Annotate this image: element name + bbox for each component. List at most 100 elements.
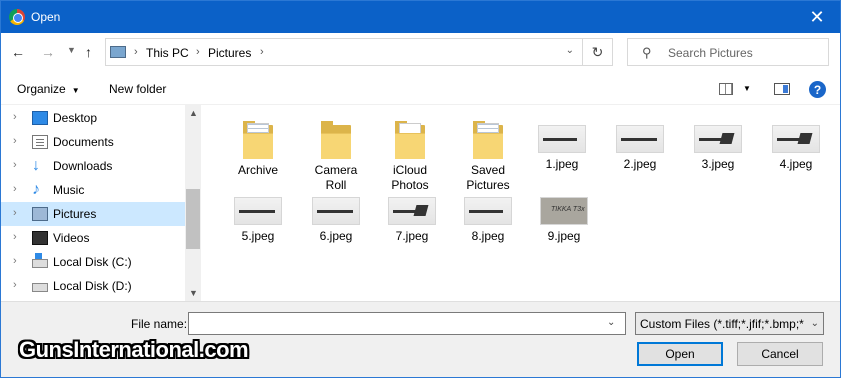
sidebar-item-music[interactable]: › ♪ Music <box>1 178 185 202</box>
breadcrumb-separator-icon[interactable]: › <box>260 46 264 58</box>
item-label: Archive <box>237 163 278 177</box>
sidebar-item-label: Pictures <box>53 207 97 221</box>
file-6-jpeg[interactable]: 6.jpeg <box>298 183 374 244</box>
file-name-dropdown-icon[interactable]: ⌄ <box>607 317 615 328</box>
file-4-jpeg[interactable]: 4.jpeg <box>758 111 834 172</box>
expand-chevron-icon[interactable]: › <box>13 207 17 219</box>
breadcrumb-this-pc[interactable]: This PC <box>146 46 189 60</box>
item-label: 7.jpeg <box>395 229 429 243</box>
sidebar-item-label: Documents <box>53 135 114 149</box>
window-title: Open <box>31 10 61 24</box>
sidebar-item-videos[interactable]: › Videos <box>1 226 185 250</box>
expand-chevron-icon[interactable]: › <box>13 135 17 147</box>
breadcrumb-separator-icon[interactable]: › <box>196 46 200 58</box>
folder-icon <box>243 121 273 159</box>
file-1-jpeg[interactable]: 1.jpeg <box>524 111 600 172</box>
item-label: 4.jpeg <box>779 157 813 171</box>
address-dropdown-icon[interactable]: ⌄ <box>566 45 574 56</box>
file-5-jpeg[interactable]: 5.jpeg <box>220 183 296 244</box>
file-list: Archive Camera Roll iCloud Photos Saved Pic… <box>202 105 840 301</box>
file-8-jpeg[interactable]: 8.jpeg <box>450 183 526 244</box>
chevron-down-icon: ⌄ <box>810 318 819 329</box>
search-icon: ⚲ <box>642 45 652 60</box>
scroll-up-icon[interactable]: ▲ <box>189 108 198 118</box>
sidebar-item-label: Music <box>53 183 85 197</box>
file-name-label: File name: <box>131 317 188 331</box>
breadcrumb-pictures[interactable]: Pictures <box>208 46 251 60</box>
folder-icloud-photos[interactable]: iCloud Photos <box>372 111 448 193</box>
up-arrow-icon[interactable]: ↑ <box>85 44 92 60</box>
expand-chevron-icon[interactable]: › <box>13 255 17 267</box>
change-view-icon[interactable] <box>719 83 733 95</box>
watermark: GunsInternational.com <box>19 337 249 362</box>
thumbnail-engraving: TIKKA T3x <box>551 206 585 213</box>
sidebar-item-label: Downloads <box>53 159 113 173</box>
item-label: 2.jpeg <box>623 157 657 171</box>
sidebar-item-desktop[interactable]: › Desktop <box>1 106 185 130</box>
sidebar-item-local-disk-d[interactable]: › Local Disk (D:) <box>1 274 185 298</box>
file-name-input[interactable] <box>188 312 626 335</box>
expand-chevron-icon[interactable]: › <box>13 279 17 291</box>
desktop-icon <box>32 111 48 125</box>
file-7-jpeg[interactable]: 7.jpeg <box>374 183 450 244</box>
image-thumbnail: TIKKA T3x <box>540 197 588 225</box>
navigation-bar: ← → ▼ ↑ › This PC › Pictures › ⌄ ↻ ⚲ Sea… <box>1 33 840 73</box>
scroll-down-icon[interactable]: ▼ <box>189 288 198 298</box>
close-icon[interactable]: ✕ <box>794 1 840 33</box>
sidebar-item-pictures[interactable]: › Pictures <box>1 202 185 226</box>
sidebar-item-label: Desktop <box>53 111 98 125</box>
folder-icon <box>473 121 503 159</box>
sidebar-item-local-disk-c[interactable]: › Local Disk (C:) <box>1 250 185 274</box>
refresh-icon[interactable]: ↻ <box>583 38 613 66</box>
expand-chevron-icon[interactable]: › <box>13 183 17 195</box>
open-button[interactable]: Open <box>637 342 723 366</box>
pictures-icon <box>32 207 48 221</box>
pictures-location-icon <box>110 46 126 58</box>
back-arrow-icon[interactable]: ← <box>11 44 25 60</box>
image-thumbnail <box>538 125 586 153</box>
chrome-icon <box>9 9 25 25</box>
recent-locations-chevron-icon[interactable]: ▼ <box>67 45 76 55</box>
folder-archive[interactable]: Archive <box>220 111 296 178</box>
disk-icon <box>32 283 48 292</box>
image-thumbnail <box>694 125 742 153</box>
open-dialog: Open ✕ ← → ▼ ↑ › This PC › Pictures › ⌄ … <box>0 0 841 378</box>
folder-saved-pictures[interactable]: Saved Pictures <box>450 111 526 193</box>
image-thumbnail <box>234 197 282 225</box>
help-icon[interactable]: ? <box>809 81 826 98</box>
sidebar-item-downloads[interactable]: › ↓ Downloads <box>1 154 185 178</box>
address-bar[interactable]: › This PC › Pictures › ⌄ <box>105 38 583 66</box>
file-9-jpeg[interactable]: TIKKA T3x 9.jpeg <box>526 183 602 244</box>
item-label: 3.jpeg <box>701 157 735 171</box>
folder-icon <box>395 121 425 159</box>
breadcrumb-separator-icon[interactable]: › <box>134 46 138 58</box>
view-options-chevron-icon[interactable]: ▼ <box>743 84 751 93</box>
sidebar-item-label: Local Disk (D:) <box>53 279 132 293</box>
sidebar-scrollbar[interactable]: ▲ ▼ <box>185 105 201 301</box>
file-type-select[interactable]: Custom Files (*.tiff;*.jfif;*.bmp;* ⌄ <box>635 312 824 335</box>
expand-chevron-icon[interactable]: › <box>13 159 17 171</box>
item-label: 6.jpeg <box>319 229 353 243</box>
file-3-jpeg[interactable]: 3.jpeg <box>680 111 756 172</box>
image-thumbnail <box>464 197 512 225</box>
scrollbar-thumb[interactable] <box>186 189 200 249</box>
documents-icon <box>32 135 48 149</box>
videos-icon <box>32 231 48 245</box>
search-input[interactable]: ⚲ Search Pictures <box>627 38 829 66</box>
expand-chevron-icon[interactable]: › <box>13 111 17 123</box>
sidebar-item-label: Videos <box>53 231 90 245</box>
organize-button[interactable]: Organize ▼ <box>17 82 80 96</box>
folder-icon <box>321 121 351 159</box>
cancel-button[interactable]: Cancel <box>737 342 823 366</box>
sidebar-item-documents[interactable]: › Documents <box>1 130 185 154</box>
organize-label: Organize <box>17 82 66 96</box>
forward-arrow-icon[interactable]: → <box>41 44 55 60</box>
expand-chevron-icon[interactable]: › <box>13 231 17 243</box>
file-2-jpeg[interactable]: 2.jpeg <box>602 111 678 172</box>
image-thumbnail <box>616 125 664 153</box>
folder-camera-roll[interactable]: Camera Roll <box>298 111 374 193</box>
new-folder-button[interactable]: New folder <box>109 82 166 96</box>
image-thumbnail <box>388 197 436 225</box>
command-bar: Organize ▼ New folder ▼ ? <box>1 73 840 105</box>
preview-pane-icon[interactable] <box>774 83 790 95</box>
